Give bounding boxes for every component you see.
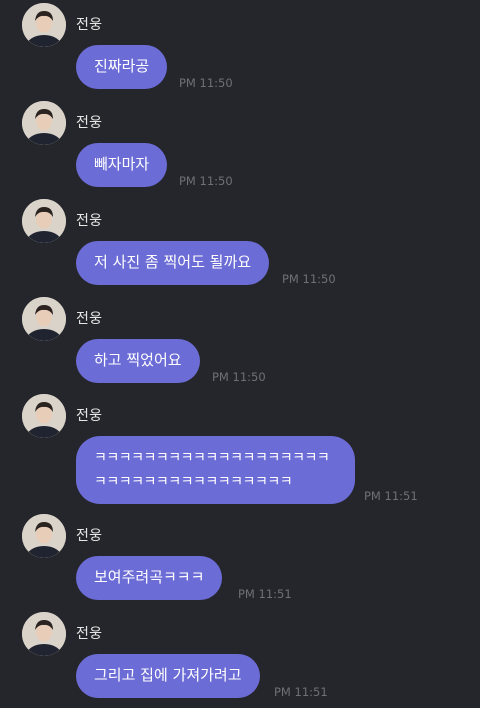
sender-name: 전웅 (76, 17, 103, 33)
chat-thread[interactable]: 전웅 진짜라공 PM 11:50 전웅 빼자마자 PM 11:50 전웅 저 사… (0, 0, 480, 708)
message-bubble[interactable]: 빼자마자 (76, 143, 168, 187)
message-time: PM 11:51 (364, 489, 418, 503)
message-bubble[interactable]: 보여주려곡ㅋㅋㅋ (76, 556, 223, 600)
message-time: PM 11:51 (238, 587, 292, 601)
avatar[interactable] (22, 199, 66, 243)
message-time: PM 11:50 (212, 370, 266, 384)
sender-name: 전웅 (76, 408, 103, 424)
avatar[interactable] (22, 101, 66, 145)
message-bubble[interactable]: ㅋㅋㅋㅋㅋㅋㅋㅋㅋㅋㅋㅋㅋㅋㅋㅋㅋㅋㅋ ㅋㅋㅋㅋㅋㅋㅋㅋㅋㅋㅋㅋㅋㅋㅋㅋ (76, 436, 355, 504)
sender-name: 전웅 (76, 626, 103, 642)
avatar[interactable] (22, 394, 66, 438)
avatar[interactable] (22, 3, 66, 47)
message-bubble[interactable]: 그리고 집에 가져가려고 (76, 654, 260, 698)
message-time: PM 11:50 (179, 174, 233, 188)
avatar[interactable] (22, 514, 66, 558)
sender-name: 전웅 (76, 213, 103, 229)
message-time: PM 11:51 (274, 685, 328, 699)
message-time: PM 11:50 (282, 272, 336, 286)
sender-name: 전웅 (76, 311, 103, 327)
message-time: PM 11:50 (179, 76, 233, 90)
avatar[interactable] (22, 297, 66, 341)
message-bubble[interactable]: 하고 찍었어요 (76, 339, 200, 383)
sender-name: 전웅 (76, 528, 103, 544)
avatar[interactable] (22, 612, 66, 656)
message-bubble[interactable]: 저 사진 좀 찍어도 될까요 (76, 241, 270, 285)
message-bubble[interactable]: 진짜라공 (76, 45, 168, 89)
sender-name: 전웅 (76, 115, 103, 131)
